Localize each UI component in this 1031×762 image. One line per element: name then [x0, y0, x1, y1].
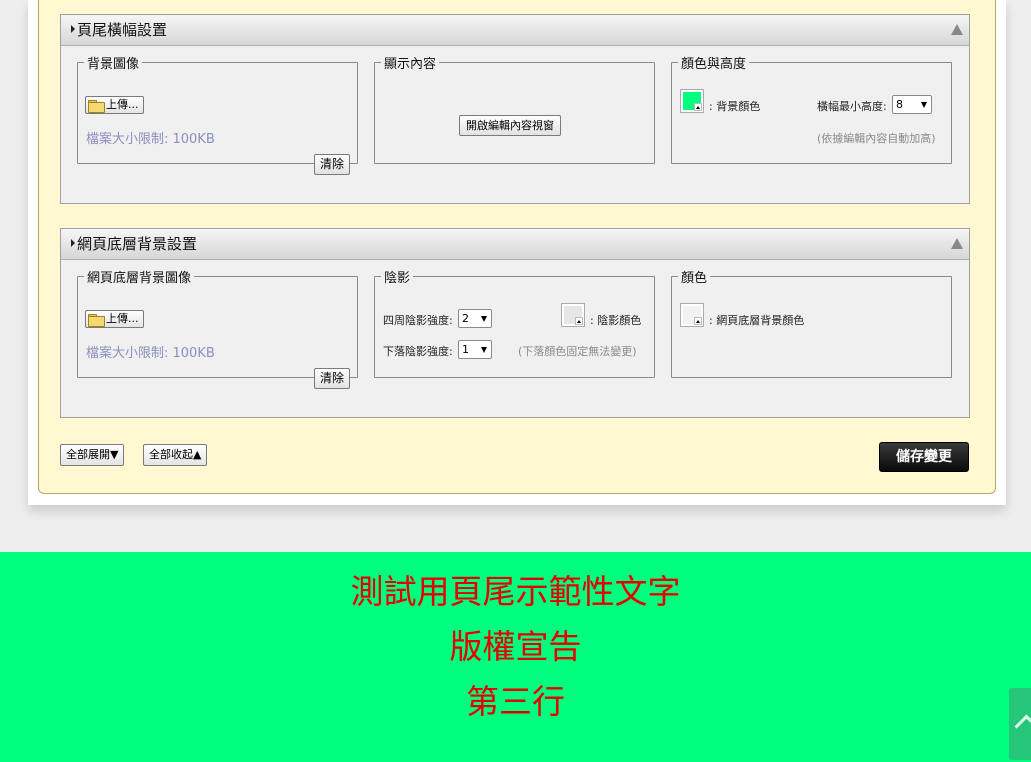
folder-icon [88, 313, 105, 327]
page-color-group: 顏色 : 網頁底層背景顏色 [671, 267, 952, 378]
around-shadow-select[interactable]: 2 [458, 309, 492, 328]
dropdown-arrow-icon [694, 317, 702, 325]
section-title: 頁尾橫幅設置 [71, 21, 167, 39]
open-editor-button[interactable]: 開啟編輯內容視窗 [459, 115, 561, 136]
footer-text-line: 版權宣告 [449, 627, 582, 666]
bg-color-label: : 背景顏色 [709, 100, 761, 113]
shadow-color-picker[interactable] [561, 303, 585, 327]
shadow-fixed-note: (下落顏色固定無法變更) [518, 345, 637, 358]
scroll-to-top-button[interactable] [1009, 688, 1031, 760]
footer-text-line: 第三行 [466, 682, 565, 721]
min-height-label: 橫幅最小高度: [817, 100, 887, 113]
bottom-shadow-select[interactable]: 1 [458, 340, 492, 359]
chevron-down-icon [481, 316, 487, 322]
size-limit-text: 檔案大小限制: 100KB [86, 132, 215, 147]
collapse-triangle-icon[interactable] [951, 24, 963, 35]
collapse-all-button[interactable]: 全部收起▲ [143, 444, 208, 466]
expand-all-button[interactable]: 全部展開▼ [60, 444, 125, 466]
page-bg-clear-button[interactable]: 清除 [313, 368, 350, 389]
dropdown-arrow-icon [694, 103, 702, 111]
shadow-color-label: : 陰影顏色 [590, 314, 642, 327]
folder-icon [88, 99, 105, 113]
min-height-select[interactable]: 8 [892, 95, 932, 114]
page-background-section: 網頁底層背景設置 網頁底層背景圖像 上傳... 檔案大小限制: 100KB 清除… [60, 228, 970, 418]
size-limit-text: 檔案大小限制: 100KB [86, 346, 215, 361]
page-bg-color-label: : 網頁底層背景顏色 [709, 314, 805, 327]
site-footer-banner: 測試用頁尾示範性文字 版權宣告 第三行 [0, 552, 1031, 762]
chevron-down-icon [481, 347, 487, 353]
group-legend: 背景圖像 [87, 57, 140, 72]
group-legend: 顯示內容 [384, 57, 437, 72]
footer-banner-section: 頁尾橫幅設置 背景圖像 上傳... 檔案大小限制: 100KB 清除 顯示內容 … [60, 14, 970, 204]
auto-height-note: (依據編輯內容自動加高) [817, 132, 936, 145]
group-legend: 顏色 [681, 271, 708, 286]
page-bg-upload-button[interactable]: 上傳... [85, 310, 144, 328]
bottom-shadow-label: 下落陰影強度: [383, 345, 453, 358]
group-legend: 顏色與高度 [681, 57, 747, 72]
section-title: 網頁底層背景設置 [71, 235, 197, 253]
page-background-section-header[interactable]: 網頁底層背景設置 [61, 229, 969, 260]
collapse-triangle-icon[interactable] [951, 238, 963, 249]
settings-form-panel: 頁尾橫幅設置 背景圖像 上傳... 檔案大小限制: 100KB 清除 顯示內容 … [38, 0, 996, 494]
banner-upload-button[interactable]: 上傳... [85, 96, 144, 114]
footer-text-line: 測試用頁尾示範性文字 [350, 572, 681, 611]
page-background-image-group: 網頁底層背景圖像 上傳... 檔案大小限制: 100KB 清除 [77, 267, 358, 389]
around-shadow-label: 四周陰影強度: [383, 314, 453, 327]
color-height-group: 顏色與高度 : 背景顏色 橫幅最小高度: 8 (依據編輯內容自動加高) [671, 53, 952, 164]
caret-right-icon [71, 25, 75, 33]
caret-right-icon [71, 239, 75, 247]
page-bg-color-picker[interactable] [680, 303, 704, 327]
save-changes-button[interactable]: 儲存變更 [879, 442, 969, 472]
footer-banner-section-header[interactable]: 頁尾橫幅設置 [61, 15, 969, 46]
shadow-group: 陰影 四周陰影強度: 2 下落陰影強度: 1 : 陰影顏色 (下落顏色固定無法變… [374, 267, 655, 378]
dropdown-arrow-icon [575, 317, 583, 325]
group-legend: 網頁底層背景圖像 [87, 271, 192, 286]
banner-bg-color-picker[interactable] [680, 89, 704, 113]
group-legend: 陰影 [384, 271, 411, 286]
display-content-group: 顯示內容 開啟編輯內容視窗 [374, 53, 655, 164]
banner-background-image-group: 背景圖像 上傳... 檔案大小限制: 100KB 清除 [77, 53, 358, 175]
chevron-down-icon [921, 102, 927, 108]
banner-clear-button[interactable]: 清除 [313, 154, 350, 175]
